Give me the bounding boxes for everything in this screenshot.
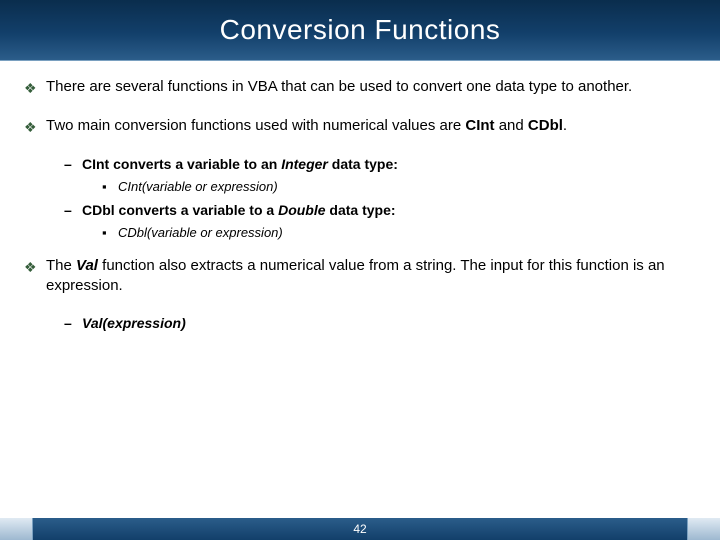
sub-bullet-text: CDbl converts a variable to a Double dat… [82, 201, 696, 220]
text-run: and [495, 117, 528, 134]
sub-bullet-item: – CInt converts a variable to an Integer… [64, 155, 696, 174]
text-bold: CDbl [528, 117, 563, 134]
dash-bullet-icon: – [64, 201, 82, 220]
text-run: function also extracts a numerical value… [46, 257, 665, 294]
bullet-item: ❖ The Val function also extracts a numer… [24, 256, 696, 297]
code-text: CDbl(variable or expression) [118, 224, 696, 242]
slide-title: Conversion Functions [220, 14, 501, 46]
diamond-bullet-icon: ❖ [24, 116, 46, 137]
text-bold: CDbl [82, 202, 115, 218]
slide-footer: 42 [0, 518, 720, 540]
dash-bullet-icon: – [64, 314, 82, 333]
sub-bullet-text: Val(expression) [82, 314, 696, 333]
diamond-bullet-icon: ❖ [24, 256, 46, 297]
diamond-bullet-icon: ❖ [24, 77, 46, 98]
page-number: 42 [353, 522, 366, 536]
slide-content: ❖ There are several functions in VBA tha… [0, 61, 720, 333]
sub-sub-bullet-item: ▪ CDbl(variable or expression) [102, 224, 696, 242]
sub-bullet-item: – CDbl converts a variable to a Double d… [64, 201, 696, 220]
dash-bullet-icon: – [64, 155, 82, 174]
sub-sub-bullet-item: ▪ CInt(variable or expression) [102, 178, 696, 196]
text-run: Two main conversion functions used with … [46, 117, 465, 134]
bullet-text: The Val function also extracts a numeric… [46, 256, 696, 297]
bullet-text: Two main conversion functions used with … [46, 116, 696, 137]
square-bullet-icon: ▪ [102, 224, 118, 242]
text-bold-italic: Val [76, 257, 98, 274]
text-bold: data type: [326, 202, 396, 218]
sub-bullet-item: – Val(expression) [64, 314, 696, 333]
text-bold-italic: Double [278, 202, 325, 218]
code-text: Val(expression) [82, 315, 186, 331]
sub-bullet-text: CInt converts a variable to an Integer d… [82, 155, 696, 174]
code-text: CInt(variable or expression) [118, 178, 696, 196]
text-run: . [563, 117, 567, 134]
slide-header: Conversion Functions [0, 0, 720, 61]
text-bold: CInt [82, 156, 109, 172]
text-bold: converts a variable to a [115, 202, 278, 218]
bullet-item: ❖ Two main conversion functions used wit… [24, 116, 696, 137]
square-bullet-icon: ▪ [102, 178, 118, 196]
text-bold-italic: Integer [281, 156, 328, 172]
bullet-text: There are several functions in VBA that … [46, 77, 696, 98]
text-run: The [46, 257, 76, 274]
text-bold: CInt [465, 117, 494, 134]
bullet-item: ❖ There are several functions in VBA tha… [24, 77, 696, 98]
text-bold: data type: [328, 156, 398, 172]
text-bold: converts a variable to an [109, 156, 281, 172]
